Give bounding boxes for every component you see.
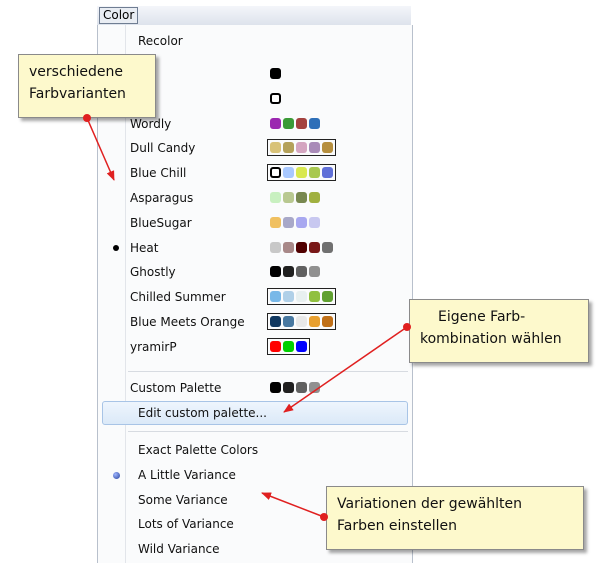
menu-separator — [128, 371, 408, 372]
color-swatch — [296, 382, 307, 393]
menu-item-custom-palette[interactable]: Custom Palette — [130, 377, 221, 399]
radio-selected-icon — [113, 472, 120, 479]
palette-swatches — [268, 91, 283, 106]
color-swatch — [296, 291, 307, 302]
color-menu-button[interactable]: Color — [99, 7, 139, 24]
color-swatch — [309, 266, 320, 277]
color-swatch — [322, 242, 333, 253]
menu-item-variance[interactable]: A Little Variance — [138, 464, 236, 486]
palette-swatches — [268, 264, 322, 279]
color-swatch — [270, 167, 281, 178]
color-swatch — [296, 217, 307, 228]
color-swatch — [283, 142, 294, 153]
palette-swatches — [268, 240, 335, 255]
color-swatch — [322, 316, 333, 327]
note-line: Farbvarianten — [29, 86, 126, 102]
note-line: Farben einstellen — [337, 518, 457, 534]
color-swatch — [283, 167, 294, 178]
menu-item-variance[interactable]: Lots of Variance — [138, 513, 234, 535]
color-swatch — [309, 142, 320, 153]
color-swatch — [283, 316, 294, 327]
note-line: Eigene Farb- — [438, 309, 526, 325]
color-swatch — [283, 382, 294, 393]
menu-item-edit-custom-palette[interactable]: Edit custom palette... — [138, 402, 267, 424]
menu-item-palette[interactable]: Blue Chill — [130, 162, 186, 184]
color-swatch — [309, 382, 320, 393]
color-swatch — [270, 266, 281, 277]
color-swatch — [283, 291, 294, 302]
color-swatch — [283, 118, 294, 129]
menu-separator — [128, 431, 408, 432]
menubar: Color — [97, 6, 411, 26]
color-swatch — [322, 142, 333, 153]
color-swatch — [309, 217, 320, 228]
menu-item-palette[interactable]: Chilled Summer — [130, 286, 226, 308]
palette-swatches — [268, 215, 322, 230]
color-swatch — [296, 142, 307, 153]
color-swatch — [270, 341, 281, 352]
color-swatch — [270, 217, 281, 228]
color-swatch — [283, 341, 294, 352]
color-swatch — [270, 242, 281, 253]
note-color-variants: verschiedene Farbvarianten — [18, 54, 156, 118]
menu-item-palette[interactable]: yramirP — [130, 336, 177, 358]
color-swatch — [309, 242, 320, 253]
note-line: verschiedene — [29, 64, 124, 80]
menu-item-palette[interactable]: Ghostly — [130, 261, 176, 283]
color-swatch — [270, 192, 281, 203]
menu-item-variance[interactable]: Some Variance — [138, 489, 228, 511]
color-swatch — [283, 192, 294, 203]
color-swatch — [309, 291, 320, 302]
palette-swatches — [268, 165, 335, 180]
menu-item-palette[interactable]: BlueSugar — [130, 212, 192, 234]
color-swatch — [296, 266, 307, 277]
palette-swatches — [268, 140, 335, 155]
custom-palette-swatches — [268, 380, 322, 395]
note-color-variations: Variationen der gewählten Farben einstel… — [326, 486, 584, 550]
color-swatch — [322, 167, 333, 178]
palette-swatches — [268, 116, 322, 131]
color-swatch — [309, 316, 320, 327]
palette-swatches — [268, 314, 335, 329]
color-swatch — [309, 118, 320, 129]
color-swatch — [296, 192, 307, 203]
color-swatch — [296, 167, 307, 178]
menu-item-recolor[interactable]: Recolor — [138, 30, 183, 52]
color-swatch — [309, 192, 320, 203]
color-swatch — [283, 242, 294, 253]
selected-dot-icon — [113, 245, 119, 251]
color-swatch — [322, 291, 333, 302]
color-swatch — [283, 217, 294, 228]
color-swatch — [296, 242, 307, 253]
color-swatch — [296, 341, 307, 352]
color-swatch — [309, 167, 320, 178]
palette-swatches — [268, 66, 283, 81]
color-swatch — [270, 142, 281, 153]
note-custom-combination: Eigene Farb- kombination wählen — [409, 299, 589, 363]
palette-swatches — [268, 339, 309, 354]
menu-item-variance[interactable]: Wild Variance — [138, 538, 220, 560]
color-swatch — [296, 118, 307, 129]
note-line: Variationen der gewählten — [337, 496, 523, 512]
menu-item-palette[interactable]: Heat — [130, 237, 158, 259]
color-swatch — [270, 291, 281, 302]
menu-item-variance[interactable]: Exact Palette Colors — [138, 439, 258, 461]
palette-swatches — [268, 190, 322, 205]
menu-item-palette[interactable]: Dull Candy — [130, 137, 195, 159]
note-line: kombination wählen — [420, 331, 562, 347]
color-swatch — [270, 316, 281, 327]
palette-swatches — [268, 289, 335, 304]
color-swatch — [283, 266, 294, 277]
color-swatch — [270, 382, 281, 393]
menu-item-palette[interactable]: Asparagus — [130, 187, 193, 209]
color-swatch — [270, 118, 281, 129]
color-swatch — [270, 68, 281, 79]
menu-item-palette[interactable]: Blue Meets Orange — [130, 311, 245, 333]
color-swatch — [270, 93, 281, 104]
color-swatch — [296, 316, 307, 327]
